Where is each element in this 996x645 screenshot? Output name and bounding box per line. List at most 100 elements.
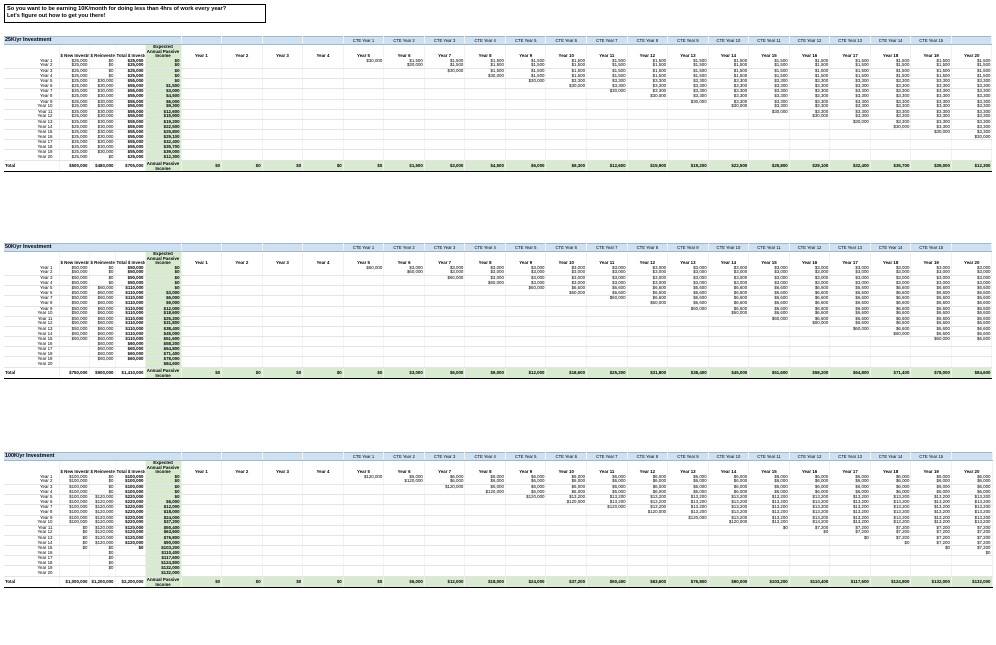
total-year-cell: $39,000 (910, 159, 952, 172)
cte-year-header: CTE Year 1 (343, 243, 385, 252)
expected-income-header: Expected Annual Passive Income (145, 44, 182, 59)
total-year-cell: $3,000 (383, 366, 425, 379)
year-column-header: Year 18 (870, 251, 912, 266)
cte-year-header: CTE Year 3 (424, 36, 466, 45)
blank-cell (4, 251, 60, 266)
new-investment-header: $ New Investment (59, 460, 90, 475)
new-investment-header: $ New Investment (59, 251, 90, 266)
total-year-cell: $6,000 (423, 366, 466, 379)
total-invested-header: Total $ Invested (115, 44, 146, 59)
total-year-cell: $71,400 (869, 366, 912, 379)
total-year-cell: $0 (261, 366, 304, 379)
blank-cell (302, 36, 344, 45)
cte-year-header: CTE Year 12 (789, 243, 831, 252)
year-column-header: Year 6 (383, 251, 425, 266)
column-header-row: $ New Investment$ ReinvestedTotal $ Inve… (4, 44, 993, 59)
total-year-cell: $18,600 (545, 366, 588, 379)
total-year-cell: $0 (302, 575, 344, 588)
year-column-header: Year 20 (951, 460, 993, 475)
cte-year-header: CTE Year 7 (586, 36, 628, 45)
total-row: Total $1,000,000 $1,200,000 $2,200,000 Annua… (4, 575, 993, 588)
total-invested: $1,410,000 (115, 366, 146, 379)
year-column-header: Year 10 (545, 251, 588, 266)
year-column-header: Year 8 (464, 44, 506, 59)
investment-table: 25K/yr Investment CTE Year 1 CTE Year 2 CTE… (4, 36, 993, 172)
total-year-cell: $12,600 (586, 159, 628, 172)
total-year-cell: $64,800 (829, 366, 871, 379)
cte-year-header: CTE Year 4 (464, 452, 506, 461)
cte-year-header: CTE Year 15 (910, 452, 952, 461)
year-column-header: Year 15 (748, 460, 790, 475)
year-column-header: Year 11 (586, 251, 628, 266)
cte-year-header: CTE Year 1 (343, 452, 385, 461)
cte-year-header: CTE Year 14 (870, 243, 912, 252)
investment-section: 100K/yr Investment CTE Year 1 CTE Year 2 CT… (4, 452, 993, 588)
year-column-header: Year 1 (181, 251, 223, 266)
year-column-header: Year 11 (586, 460, 628, 475)
total-year-cell: $38,400 (667, 366, 709, 379)
total-year-cell: $78,000 (910, 366, 952, 379)
cte-year-header: CTE Year 11 (748, 452, 790, 461)
year-column-header: Year 9 (505, 460, 547, 475)
section-title: 100K/yr Investment (4, 452, 182, 461)
reinvested-header: $ Reinvested (89, 44, 116, 59)
new-investment-header: $ New Investment (59, 44, 90, 59)
year-column-header: Year 17 (829, 251, 871, 266)
total-year-cell: $132,000 (950, 575, 993, 588)
cte-year-header: CTE Year 13 (829, 36, 871, 45)
total-year-cell: $12,000 (504, 366, 547, 379)
total-year-cell: $117,600 (829, 575, 871, 588)
year-column-header: Year 12 (627, 251, 669, 266)
blank-cell (181, 243, 223, 252)
cte-year-header: CTE Year 6 (545, 243, 588, 252)
cte-year-header: CTE Year 6 (545, 36, 588, 45)
total-year-cell: $103,200 (748, 575, 790, 588)
year-column-header: Year 19 (910, 460, 952, 475)
year-column-header: Year 3 (262, 460, 304, 475)
total-reinvested: $900,000 (89, 366, 116, 379)
intro-line-2: Let's figure out how to get you there! (7, 13, 106, 19)
total-year-cell: $37,200 (545, 575, 588, 588)
cte-year-header: CTE Year 7 (586, 243, 628, 252)
total-year-cell: $4,500 (464, 159, 506, 172)
year-column-header: Year 16 (789, 44, 831, 59)
blank-cell (262, 243, 304, 252)
column-header-row: $ New Investment$ ReinvestedTotal $ Inve… (4, 460, 993, 475)
cte-year-header: CTE Year 3 (424, 452, 466, 461)
year-column-header: Year 15 (748, 251, 790, 266)
total-row: Total $500,000 $480,000 $705,000 Annual Pass… (4, 159, 993, 172)
total-year-cell: $0 (302, 366, 344, 379)
blank-cell (221, 36, 263, 45)
cte-year-header: CTE Year 5 (505, 36, 547, 45)
cte-year-header: CTE Year 9 (667, 452, 709, 461)
reinvested-header: $ Reinvested (89, 460, 116, 475)
blank-cell (262, 452, 304, 461)
blank-cell (4, 460, 60, 475)
investment-section: 25K/yr Investment CTE Year 1 CTE Year 2 CTE… (4, 36, 993, 172)
cte-year-header: CTE Year 3 (424, 243, 466, 252)
total-invested: $2,200,000 (115, 575, 146, 588)
total-year-cell: $0 (221, 366, 263, 379)
year-column-header: Year 17 (829, 44, 871, 59)
reinvested-header: $ Reinvested (89, 251, 116, 266)
total-year-cell: $15,900 (626, 159, 669, 172)
cte-year-header: CTE Year 2 (383, 452, 425, 461)
total-year-cell: $110,400 (788, 575, 831, 588)
total-year-cell: $0 (342, 366, 385, 379)
cte-year-header: CTE Year 12 (789, 452, 831, 461)
annual-passive-income-label: Annual Passive Income (145, 366, 182, 379)
cte-year-header: CTE Year 6 (545, 452, 588, 461)
total-year-cell: $19,200 (667, 159, 709, 172)
total-year-cell: $0 (180, 159, 223, 172)
cte-year-header: CTE Year 15 (910, 36, 952, 45)
year-column-header: Year 11 (586, 44, 628, 59)
total-year-cell: $0 (261, 159, 304, 172)
year-column-header: Year 18 (870, 460, 912, 475)
total-invested: $705,000 (115, 159, 146, 172)
year-column-header: Year 7 (424, 44, 466, 59)
total-year-cell: $25,200 (586, 366, 628, 379)
year-column-header: Year 7 (424, 460, 466, 475)
total-new-investment: $500,000 (59, 159, 90, 172)
total-year-cell: $0 (302, 159, 344, 172)
year-column-header: Year 19 (910, 251, 952, 266)
